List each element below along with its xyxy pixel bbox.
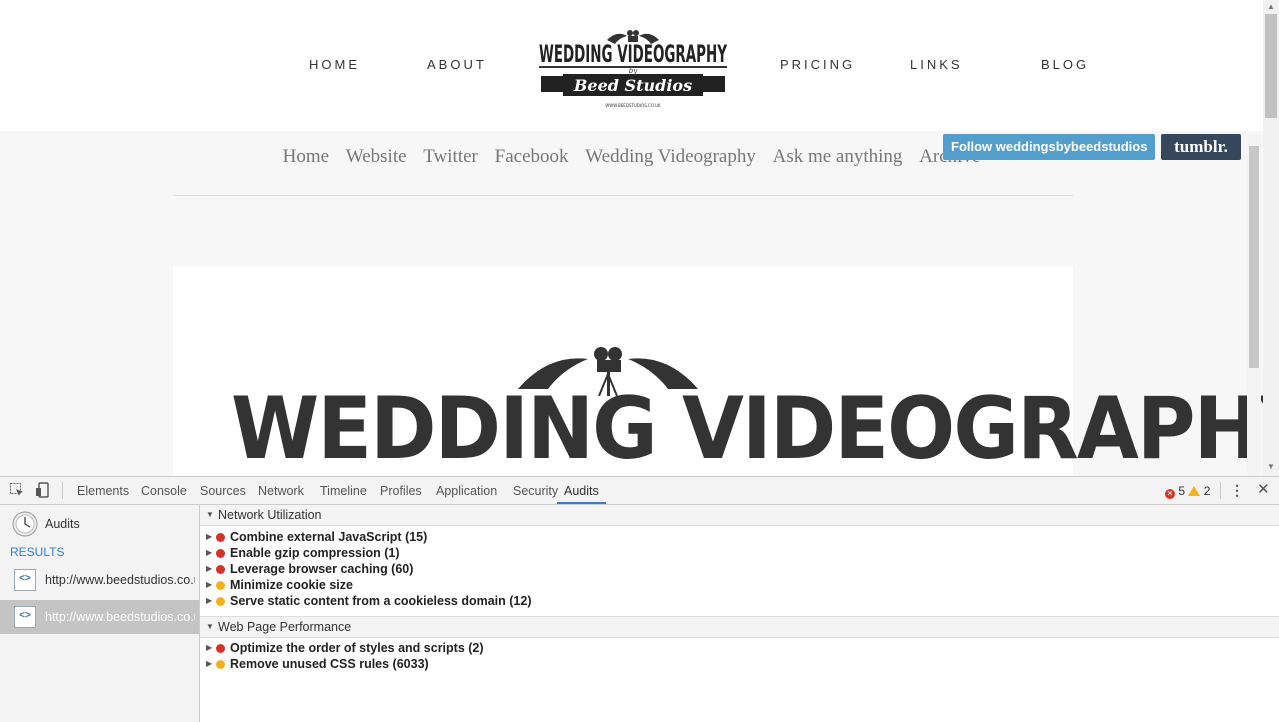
nav-links-link[interactable]: LINKS — [910, 57, 963, 72]
warning-count: 2 — [1203, 484, 1211, 498]
page-scrollbar-thumb[interactable] — [1265, 14, 1277, 118]
divider — [173, 195, 1073, 196]
audits-sidebar: Audits RESULTS <> http://www.beedstudios… — [0, 505, 200, 722]
collapsed-triangle-icon: ▶ — [206, 596, 213, 605]
collapsed-triangle-icon: ▶ — [206, 564, 213, 573]
audit-results-panel: ▼ Network Utilization ▶ Combine external… — [200, 505, 1279, 722]
tab-timeline[interactable]: Timeline — [320, 477, 367, 504]
nav-home-link[interactable]: HOME — [309, 57, 360, 72]
rule-text: Serve static content from a cookieless d… — [230, 594, 532, 608]
tab-audits[interactable]: Audits — [557, 477, 606, 504]
follow-button[interactable]: Follow weddingsbybeedstudios — [943, 134, 1156, 160]
audit-result-item[interactable]: <> http://www.beedstudios.co.uk/ — [0, 563, 199, 597]
rule-text: Optimize the order of styles and scripts… — [230, 641, 484, 655]
audit-result-url: http://www.beedstudios.co.uk/ — [45, 573, 195, 587]
site-header: HOME ABOUT PRICING LINKS BLOG WEDDING VI… — [0, 0, 1263, 131]
error-severity-icon — [216, 549, 225, 558]
toolbar-separator — [1220, 482, 1221, 499]
category-title: Network Utilization — [218, 508, 322, 522]
error-icon: ✕ — [1165, 489, 1175, 499]
collapsed-triangle-icon: ▶ — [206, 659, 213, 668]
page-scrollbar[interactable]: ▲ ▼ — [1263, 0, 1279, 476]
sidebar-item-audits[interactable]: Audits — [0, 507, 199, 541]
error-severity-icon — [216, 565, 225, 574]
tab-profiles[interactable]: Profiles — [380, 477, 422, 504]
warning-severity-icon — [216, 597, 225, 606]
tumblr-nav-facebook[interactable]: Facebook — [495, 146, 569, 167]
audits-clock-icon — [12, 511, 38, 537]
scroll-down-icon[interactable]: ▼ — [1265, 462, 1277, 471]
tumblr-logo-button[interactable]: tumblr. — [1161, 134, 1241, 160]
rule-text: Minimize cookie size — [230, 578, 353, 592]
site-logo[interactable]: WEDDING VIDEOGRAPHY by Beed Studios WWW.… — [537, 28, 729, 110]
website-viewport: HOME ABOUT PRICING LINKS BLOG WEDDING VI… — [0, 0, 1263, 476]
rule-text: Enable gzip compression (1) — [230, 546, 400, 560]
tab-application[interactable]: Application — [436, 477, 497, 504]
nav-about-link[interactable]: ABOUT — [427, 57, 487, 72]
toolbar-separator — [62, 482, 63, 499]
audit-result-item-selected[interactable]: <> http://www.beedstudios.co.uk/ — [0, 600, 199, 634]
audit-result-url: http://www.beedstudios.co.uk/ — [45, 610, 195, 624]
collapsed-triangle-icon: ▶ — [206, 643, 213, 652]
frame-scrollbar[interactable] — [1247, 134, 1261, 476]
category-web-page-performance[interactable]: ▼ Web Page Performance — [200, 616, 1279, 638]
tumblr-nav-home[interactable]: Home — [283, 146, 329, 167]
rule-text: Combine external JavaScript (15) — [230, 530, 428, 544]
rule-text: Remove unused CSS rules (6033) — [230, 657, 429, 671]
expanded-triangle-icon: ▼ — [206, 510, 214, 519]
frame-scrollbar-thumb[interactable] — [1249, 146, 1259, 368]
svg-text:Beed Studios: Beed Studios — [573, 76, 692, 95]
category-network-utilization[interactable]: ▼ Network Utilization — [200, 505, 1279, 526]
close-devtools-icon[interactable]: ✕ — [1257, 481, 1270, 499]
svg-text:WWW.BEEDSTUDIOS.CO.UK: WWW.BEEDSTUDIOS.CO.UK — [605, 103, 661, 108]
post-headline: WEDDING VIDEOGRAPHY — [231, 379, 1263, 476]
collapsed-triangle-icon: ▶ — [206, 548, 213, 557]
warning-severity-icon — [216, 660, 225, 669]
tumblr-nav-wedding-videography[interactable]: Wedding Videography — [585, 146, 756, 167]
html-file-icon: <> — [14, 569, 36, 591]
more-options-icon[interactable]: ⋮ — [1230, 481, 1244, 499]
audit-rule[interactable]: ▶ Serve static content from a cookieless… — [200, 593, 1279, 609]
scroll-up-icon[interactable]: ▲ — [1265, 2, 1277, 11]
nav-pricing-link[interactable]: PRICING — [780, 57, 855, 72]
audit-rule[interactable]: ▶ Remove unused CSS rules (6033) — [200, 656, 1279, 672]
audit-rule[interactable]: ▶ Enable gzip compression (1) — [200, 545, 1279, 561]
nav-blog-link[interactable]: BLOG — [1041, 57, 1089, 72]
error-count: 5 — [1178, 484, 1186, 498]
logo-graphic: WEDDING VIDEOGRAPHY by Beed Studios WWW.… — [539, 30, 727, 108]
audit-rule[interactable]: ▶ Combine external JavaScript (15) — [200, 529, 1279, 545]
tab-security[interactable]: Security — [513, 477, 558, 504]
collapsed-triangle-icon: ▶ — [206, 580, 213, 589]
tab-network[interactable]: Network — [258, 477, 304, 504]
warning-icon — [1188, 486, 1201, 496]
error-severity-icon — [216, 644, 225, 653]
expanded-triangle-icon: ▼ — [206, 622, 214, 631]
rule-text: Leverage browser caching (60) — [230, 562, 414, 576]
device-toolbar-icon[interactable] — [35, 482, 51, 498]
category-title: Web Page Performance — [218, 620, 352, 634]
collapsed-triangle-icon: ▶ — [206, 532, 213, 541]
audits-label: Audits — [45, 517, 80, 531]
html-file-icon: <> — [14, 606, 36, 628]
devtools-panel: Elements Console Sources Network Timelin… — [0, 476, 1279, 722]
results-heading: RESULTS — [10, 545, 65, 559]
audit-rule[interactable]: ▶ Minimize cookie size — [200, 577, 1279, 593]
devtools-toolbar: Elements Console Sources Network Timelin… — [0, 477, 1279, 505]
post-image: WEDDING VIDEOGRAPHY — [173, 266, 1263, 476]
error-severity-icon — [216, 533, 225, 542]
inspect-element-icon[interactable] — [9, 482, 25, 498]
tab-sources[interactable]: Sources — [200, 477, 246, 504]
warning-severity-icon — [216, 581, 225, 590]
logo-title: WEDDING VIDEOGRAPHY — [539, 40, 727, 68]
tab-console[interactable]: Console — [141, 477, 187, 504]
audit-rule[interactable]: ▶ Optimize the order of styles and scrip… — [200, 640, 1279, 656]
error-warning-counter[interactable]: ✕ 5 2 — [1165, 484, 1210, 499]
tumblr-nav-ask[interactable]: Ask me anything — [773, 146, 903, 167]
tumblr-nav-twitter[interactable]: Twitter — [423, 146, 478, 167]
tumblr-nav-website[interactable]: Website — [346, 146, 407, 167]
svg-text:by: by — [629, 67, 638, 75]
audit-rule[interactable]: ▶ Leverage browser caching (60) — [200, 561, 1279, 577]
tab-elements[interactable]: Elements — [77, 477, 129, 504]
